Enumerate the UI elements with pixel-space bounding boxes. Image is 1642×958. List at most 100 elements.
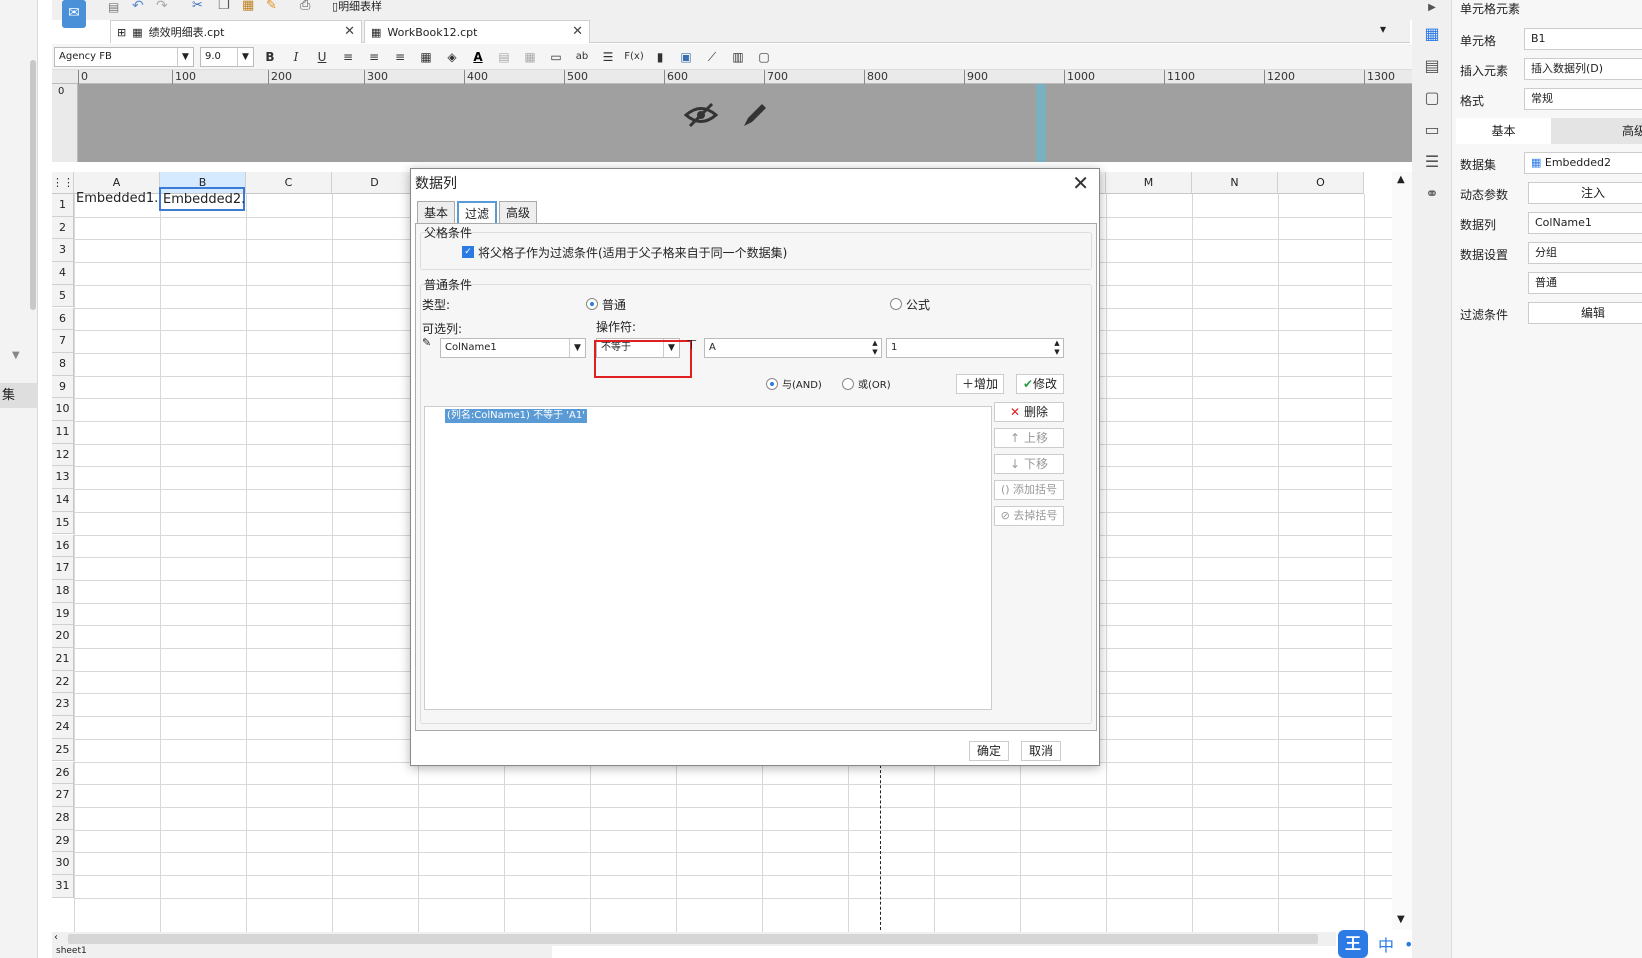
row-header[interactable]: 23 (52, 693, 74, 717)
condition-icon[interactable]: ☰ (1420, 150, 1444, 174)
tab-advanced[interactable]: 高级 (499, 201, 538, 223)
tab-basic[interactable]: 基本 (417, 201, 456, 223)
row-header[interactable]: 30 (52, 852, 74, 875)
float-element-icon[interactable]: ▢ (1420, 86, 1444, 110)
close-icon[interactable]: ✕ (1072, 171, 1089, 195)
row-header[interactable]: 31 (52, 875, 74, 898)
cell-field[interactable]: B1 (1524, 28, 1642, 50)
add-condition-button[interactable]: ＋增加 (956, 374, 1004, 394)
row-header[interactable]: 20 (52, 625, 74, 648)
dataset-select[interactable]: ▦ Embedded2 (1524, 152, 1642, 174)
split-icon[interactable]: ▦ (520, 47, 540, 67)
format-brush-icon[interactable]: ✎ (266, 0, 277, 13)
tab-workbook12[interactable]: ▦ WorkBook12.cpt ✕ (364, 20, 590, 43)
cell-b1[interactable]: Embedded2. (159, 187, 245, 211)
cancel-button[interactable]: 取消 (1021, 741, 1061, 761)
vertical-scrollbar[interactable]: ▲ ▼ (1392, 172, 1412, 932)
align-center-icon[interactable]: ≡ (364, 47, 384, 67)
left-panel-selected-item[interactable]: 集 (0, 383, 38, 408)
move-up-button[interactable]: ↑ 上移 (994, 428, 1064, 448)
expand-arrow-icon[interactable]: ▶ (1420, 0, 1444, 20)
row-header[interactable]: 2 (52, 216, 74, 240)
row-header[interactable]: 10 (52, 398, 74, 421)
or-radio[interactable] (842, 378, 854, 390)
formula-icon[interactable]: F(x) (624, 47, 644, 67)
hide-eye-icon[interactable] (684, 100, 718, 130)
page-boundary-marker[interactable] (1036, 84, 1046, 162)
tab-filter[interactable]: 过滤 (457, 201, 498, 223)
format-select[interactable]: 常规 (1524, 88, 1642, 110)
collapse-arrow-icon[interactable]: ▼ (12, 350, 20, 361)
italic-icon[interactable]: I (286, 47, 306, 67)
row-header[interactable]: 13 (52, 466, 74, 490)
row-header[interactable]: 29 (52, 829, 74, 853)
ok-button[interactable]: 确定 (969, 741, 1009, 761)
data-setting-select[interactable]: 分组 (1528, 242, 1642, 264)
data-column-select[interactable]: ColName1 (1528, 212, 1642, 234)
spinner-icon[interactable]: ▲ ▼ (1051, 339, 1063, 357)
tab-basic[interactable]: 基本 (1456, 118, 1551, 144)
value-field-a[interactable]: A ▲ ▼ (704, 338, 882, 358)
image-icon[interactable]: ▣ (676, 47, 696, 67)
align-left-icon[interactable]: ≡ (338, 47, 358, 67)
column-header[interactable]: D (332, 172, 418, 194)
sheet-tab[interactable]: sheet1 (56, 946, 87, 956)
cell-element-icon[interactable]: ▦ (1420, 22, 1444, 46)
column-header[interactable]: N (1192, 172, 1278, 194)
underline-icon[interactable]: U (312, 47, 332, 67)
row-header[interactable]: 27 (52, 784, 74, 807)
scroll-up-icon[interactable]: ▲ (1397, 174, 1405, 185)
select-all-corner[interactable]: ⋮⋮⋮ (52, 172, 85, 194)
chart-icon[interactable]: ▮ (650, 47, 670, 67)
ime-logo-icon[interactable]: 王 (1338, 930, 1368, 958)
border-icon[interactable]: ▦ (416, 47, 436, 67)
row-header[interactable]: 18 (52, 579, 74, 603)
subreport-icon[interactable]: ▥ (728, 47, 748, 67)
inject-button[interactable]: 注入 (1528, 182, 1642, 204)
data-setting-sub-select[interactable]: 普通 (1528, 272, 1642, 294)
row-header[interactable]: 14 (52, 489, 74, 512)
condition-item[interactable]: (列名:ColName1) 不等于 'A1' (445, 409, 587, 423)
undo-icon[interactable]: ↶ (132, 0, 144, 14)
copy-icon[interactable]: ❐ (218, 0, 230, 13)
insert-row-icon[interactable]: ▭ (546, 47, 566, 67)
text-icon[interactable]: ab (572, 47, 592, 67)
type-normal-radio[interactable] (586, 298, 598, 310)
font-color-icon[interactable]: A (468, 47, 488, 67)
left-scrollbar[interactable] (30, 60, 36, 310)
cut-icon[interactable]: ✂ (192, 0, 203, 13)
widget-icon[interactable]: ▭ (1420, 118, 1444, 142)
row-header[interactable]: 9 (52, 375, 74, 399)
cell-a1[interactable]: Embedded1. (74, 188, 160, 210)
row-header[interactable]: 8 (52, 352, 74, 376)
row-header[interactable]: 25 (52, 738, 74, 762)
merge-icon[interactable]: ▤ (494, 47, 514, 67)
save-icon[interactable]: ▤ (108, 0, 119, 14)
remove-bracket-button[interactable]: ⊘ 去掉括号 (994, 506, 1064, 526)
redo-icon[interactable]: ↷ (156, 0, 168, 14)
horizontal-scrollbar[interactable]: ‹ (52, 932, 1392, 946)
bold-icon[interactable]: B (260, 47, 280, 67)
insert-element-select[interactable]: 插入数据列(D) (1524, 58, 1642, 80)
row-header[interactable]: 6 (52, 307, 74, 331)
row-header[interactable]: 1 (52, 194, 74, 217)
and-radio[interactable] (766, 378, 778, 390)
value-field-b[interactable]: 1 ▲ ▼ (886, 338, 1064, 358)
column-header[interactable]: M (1106, 172, 1192, 194)
paste-icon[interactable]: ▦ (242, 0, 254, 13)
horizontal-scroll-thumb[interactable] (68, 934, 1318, 944)
row-header[interactable]: 21 (52, 648, 74, 671)
spinner-icon[interactable]: ▲ ▼ (869, 339, 881, 357)
row-header[interactable]: 15 (52, 511, 74, 535)
delete-button[interactable]: ✕ 删除 (994, 402, 1064, 422)
cell-attr-icon[interactable]: ▤ (1420, 54, 1444, 78)
fill-color-icon[interactable]: ◈ (442, 47, 462, 67)
detail-report-button[interactable]: ▯明细表样 (332, 0, 382, 14)
font-size-select[interactable]: 9.0 ▼ (200, 46, 254, 67)
app-logo-icon[interactable]: ✉ (62, 0, 86, 28)
condition-list[interactable]: (列名:ColName1) 不等于 'A1' (424, 406, 992, 710)
modify-condition-button[interactable]: ✔修改 (1016, 374, 1064, 394)
preview-icon[interactable]: ⎙ (300, 0, 310, 13)
row-header[interactable]: 26 (52, 761, 74, 785)
row-header[interactable]: 24 (52, 716, 74, 739)
